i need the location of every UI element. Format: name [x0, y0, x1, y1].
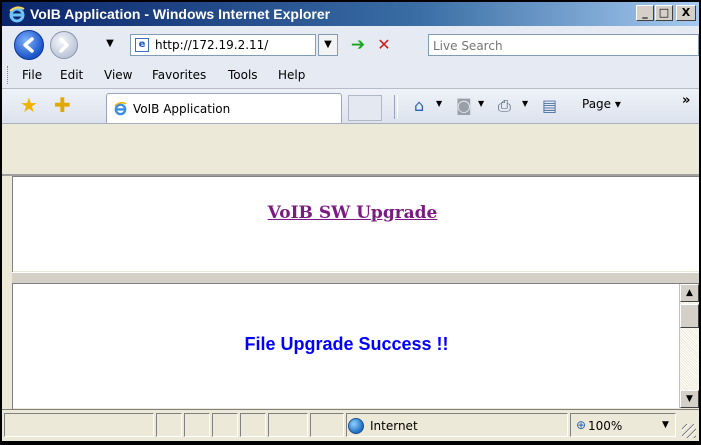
history-dropdown-button[interactable]: ▼	[100, 34, 120, 56]
forward-arrow-icon	[59, 37, 69, 53]
menu-grip	[7, 66, 12, 84]
status-cell	[184, 413, 210, 437]
status-text-cell	[4, 413, 154, 437]
go-icon[interactable]: ➔	[348, 35, 368, 55]
sw-upgrade-link[interactable]: VoIB SW Upgrade	[6, 203, 699, 223]
browser-window: VoIB Application - Windows Internet Expl…	[0, 0, 701, 445]
menu-file[interactable]: File	[22, 68, 42, 82]
zoom-dropdown-icon[interactable]: ▼	[662, 420, 669, 430]
forward-button[interactable]	[50, 31, 78, 59]
page-menu-button[interactable]: Page ▾	[582, 97, 621, 111]
upgrade-success-message: File Upgrade Success !!	[244, 334, 449, 354]
print-dropdown-icon[interactable]: ▼	[522, 99, 528, 108]
address-toolbar: ▼ e http://172.19.2.11/ ▼ ➔ ✕ File Edit …	[2, 26, 699, 89]
status-cell	[212, 413, 238, 437]
bottom-frame: File Upgrade Success !!	[12, 284, 680, 408]
command-bar: ★ ✚ VoIB Application ⌂ ▼ ◙ ▼ ⎙ ▼ ▤ Page …	[2, 89, 699, 124]
scroll-down-button[interactable]: ▼	[680, 390, 699, 408]
status-cell	[268, 413, 308, 437]
frame-divider[interactable]	[12, 272, 699, 284]
menu-tools[interactable]: Tools	[228, 68, 258, 82]
menu-help[interactable]: Help	[278, 68, 305, 82]
page-menu-label: Page	[582, 97, 612, 111]
new-tab-button[interactable]	[348, 95, 382, 121]
stop-icon[interactable]: ✕	[374, 35, 394, 55]
search-input[interactable]	[431, 36, 697, 56]
address-field[interactable]: e http://172.19.2.11/	[130, 34, 316, 56]
add-favorites-icon[interactable]: ✚	[54, 95, 71, 115]
menu-favorites[interactable]: Favorites	[152, 68, 206, 82]
toolbar-separator	[394, 95, 398, 119]
more-tools-chevron[interactable]: »	[682, 93, 690, 108]
feeds-icon[interactable]: ◙	[456, 97, 472, 115]
home-dropdown-icon[interactable]: ▼	[436, 99, 442, 108]
resize-grip[interactable]	[682, 424, 696, 438]
title-bar: VoIB Application - Windows Internet Expl…	[2, 2, 699, 26]
menu-bar: File Edit View Favorites Tools Help	[2, 62, 699, 88]
page-icon: e	[135, 38, 149, 52]
menu-edit[interactable]: Edit	[60, 68, 83, 82]
status-cell	[310, 413, 344, 437]
window-title: VoIB Application - Windows Internet Expl…	[30, 6, 331, 22]
search-field[interactable]	[428, 34, 699, 56]
tab-label: VoIB Application	[133, 102, 231, 116]
zoom-icon: ⊕	[576, 418, 587, 432]
feeds-dropdown-icon[interactable]: ▼	[478, 99, 484, 108]
minimize-button[interactable]: _	[636, 5, 654, 21]
ie-page-icon	[114, 102, 127, 116]
top-frame: VoIB SW Upgrade	[6, 176, 699, 271]
page-menu-icon[interactable]: ▤	[542, 97, 557, 115]
vertical-scrollbar[interactable]: ▲ ▼	[679, 284, 699, 408]
address-dropdown-button[interactable]: ▼	[318, 34, 338, 56]
home-icon[interactable]: ⌂	[414, 97, 424, 115]
back-button[interactable]	[14, 30, 44, 60]
scroll-up-button[interactable]: ▲	[680, 284, 699, 302]
tab-voib-application[interactable]: VoIB Application	[106, 93, 342, 123]
status-bar: Internet ⊕ 100% ▼	[2, 409, 699, 441]
url-text: http://172.19.2.11/	[155, 38, 269, 52]
security-zone-label: Internet	[370, 419, 418, 433]
maximize-button[interactable]: □	[655, 5, 673, 21]
status-cell	[156, 413, 182, 437]
internet-globe-icon	[348, 418, 364, 434]
back-arrow-icon	[23, 37, 34, 53]
status-cell	[240, 413, 266, 437]
menu-view[interactable]: View	[104, 68, 132, 82]
favorites-star-icon[interactable]: ★	[20, 95, 38, 115]
scroll-thumb[interactable]	[680, 304, 699, 328]
close-button[interactable]: X	[676, 5, 696, 21]
zoom-level[interactable]: 100%	[588, 419, 622, 433]
print-icon[interactable]: ⎙	[498, 97, 511, 115]
ie-logo-icon	[9, 6, 25, 23]
